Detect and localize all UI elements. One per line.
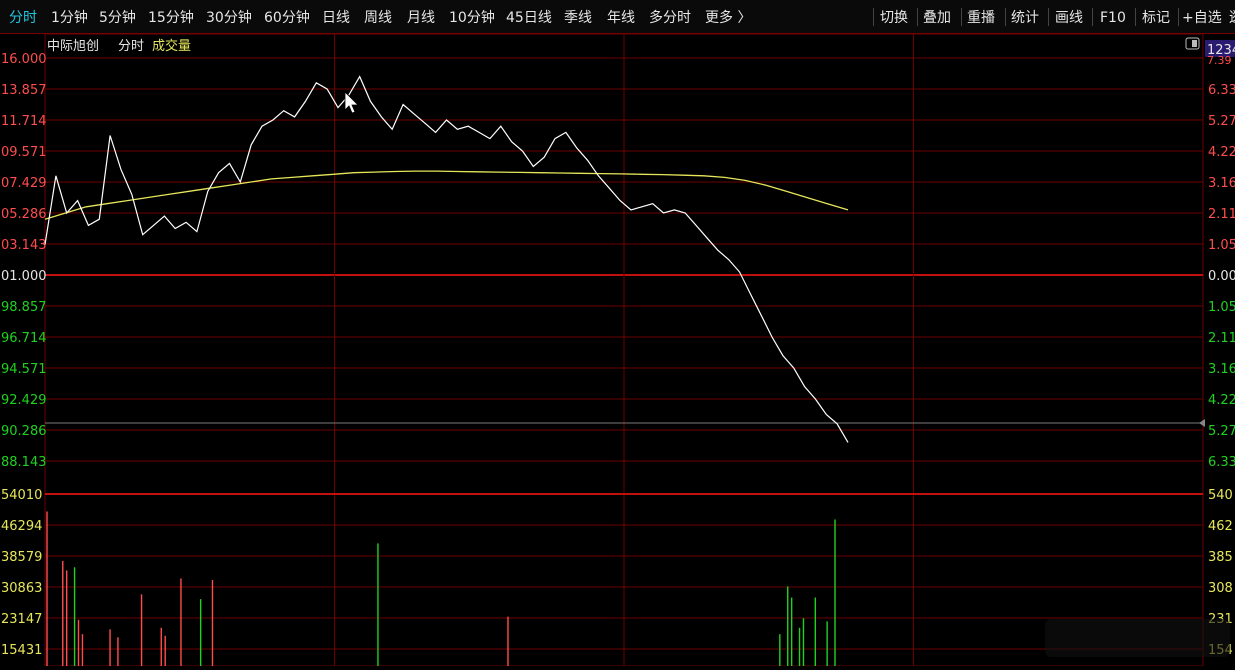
- price-axis-label: 07.429: [1, 176, 47, 191]
- tab-45day[interactable]: 45日线: [506, 0, 552, 34]
- price-axis-label: 88.143: [1, 455, 47, 470]
- switch-button[interactable]: 切换: [880, 0, 908, 34]
- tab-fenshi[interactable]: 分时: [9, 0, 37, 34]
- toolbar-divider: [873, 8, 874, 26]
- toolbar-divider: [1092, 8, 1093, 26]
- price-axis-label: 13.857: [1, 83, 47, 98]
- price-line: [44, 75, 849, 443]
- pct-axis-label: 3.16: [1208, 176, 1235, 191]
- price-axis-label: 01.000: [1, 269, 47, 284]
- mouse-cursor-icon: [344, 91, 359, 114]
- right-top-label: 7.39: [1207, 54, 1232, 67]
- pct-axis-label: 0.00: [1208, 269, 1235, 284]
- pct-axis-label: 4.22: [1208, 393, 1235, 408]
- toolbar-divider: [961, 8, 962, 26]
- toolbar-divider: [917, 8, 918, 26]
- tab-60min[interactable]: 60分钟: [264, 0, 310, 34]
- volume-axis-label-right: 308: [1208, 581, 1233, 596]
- add-watchlist-button[interactable]: +自选: [1182, 0, 1222, 34]
- price-axis-label: 05.286: [1, 207, 47, 222]
- panel-toggle-icon[interactable]: [1185, 37, 1200, 50]
- pct-axis-label: 2.11: [1208, 207, 1235, 222]
- mark-button[interactable]: 标记: [1142, 0, 1170, 34]
- tab-quarterly[interactable]: 季线: [564, 0, 592, 34]
- tab-5min[interactable]: 5分钟: [99, 0, 136, 34]
- tab-10min[interactable]: 10分钟: [449, 0, 495, 34]
- replay-button[interactable]: 重播: [967, 0, 995, 34]
- pct-axis-label: 5.27: [1208, 114, 1235, 129]
- pct-axis-label: 3.16: [1208, 362, 1235, 377]
- price-axis-label: 11.714: [1, 114, 47, 129]
- tab-daily[interactable]: 日线: [322, 0, 350, 34]
- pct-axis-label: 4.22: [1208, 145, 1235, 160]
- toolbar-divider: [1178, 8, 1179, 26]
- toolbar-divider: [1005, 8, 1006, 26]
- pct-axis-label: 6.33: [1208, 83, 1235, 98]
- price-axis-label: 90.286: [1, 424, 47, 439]
- tab-15min[interactable]: 15分钟: [148, 0, 194, 34]
- average-price-line: [44, 170, 849, 220]
- period-toolbar: 分时 1分钟 5分钟 15分钟 30分钟 60分钟 日线 周线 月线 10分钟 …: [0, 0, 1235, 34]
- pct-axis-label: 1.05: [1208, 238, 1235, 253]
- browse-button[interactable]: 逛: [1229, 0, 1235, 34]
- indicator-name: 成交量: [152, 38, 191, 54]
- volume-axis-label: 54010: [1, 488, 42, 503]
- price-axis-label: 98.857: [1, 300, 47, 315]
- price-axis-label: 96.714: [1, 331, 47, 346]
- pct-axis-label: 2.11: [1208, 331, 1235, 346]
- tab-weekly[interactable]: 周线: [364, 0, 392, 34]
- volume-axis-label: 23147: [1, 612, 42, 627]
- intraday-chart[interactable]: 16.000 13.857 11.714 09.571 07.429 05.286 03.1…: [0, 33, 1235, 667]
- tab-30min[interactable]: 30分钟: [206, 0, 252, 34]
- pct-axis-label: 5.27: [1208, 424, 1235, 439]
- toolbar-divider: [1135, 8, 1136, 26]
- volume-axis-label: 38579: [1, 550, 42, 565]
- view-name: 分时: [118, 39, 144, 54]
- price-axis-label: 92.429: [1, 393, 47, 408]
- statistics-button[interactable]: 统计: [1011, 0, 1039, 34]
- tab-yearly[interactable]: 年线: [607, 0, 635, 34]
- toolbar-divider: [1048, 8, 1049, 26]
- price-marker-icon: [1199, 419, 1205, 427]
- volume-axis-label: 46294: [1, 519, 42, 534]
- chart-canvas[interactable]: 16.000 13.857 11.714 09.571 07.429 05.286 03.1…: [0, 33, 1235, 667]
- price-axis-label: 16.000: [1, 52, 47, 67]
- tab-1min[interactable]: 1分钟: [51, 0, 88, 34]
- price-axis-label: 09.571: [1, 145, 47, 160]
- draw-line-button[interactable]: 画线: [1055, 0, 1083, 34]
- price-axis-label: 03.143: [1, 238, 47, 253]
- tab-more[interactable]: 更多 〉: [705, 0, 751, 34]
- pct-axis-label: 1.05: [1208, 300, 1235, 315]
- pct-axis-label: 6.33: [1208, 455, 1235, 470]
- volume-axis-label-right: 540: [1208, 488, 1233, 503]
- watermark-blur: [1045, 619, 1230, 657]
- overlay-button[interactable]: 叠加: [923, 0, 951, 34]
- volume-axis-label-right: 385: [1208, 550, 1233, 565]
- tab-multi-fenshi[interactable]: 多分时: [649, 0, 691, 34]
- volume-axis-label: 15431: [1, 643, 42, 658]
- price-axis-label: 94.571: [1, 362, 47, 377]
- tab-monthly[interactable]: 月线: [407, 0, 435, 34]
- f10-button[interactable]: F10: [1100, 0, 1126, 34]
- volume-axis-label: 30863: [1, 581, 42, 596]
- stock-name: 中际旭创: [47, 39, 99, 54]
- volume-axis-label-right: 462: [1208, 519, 1233, 534]
